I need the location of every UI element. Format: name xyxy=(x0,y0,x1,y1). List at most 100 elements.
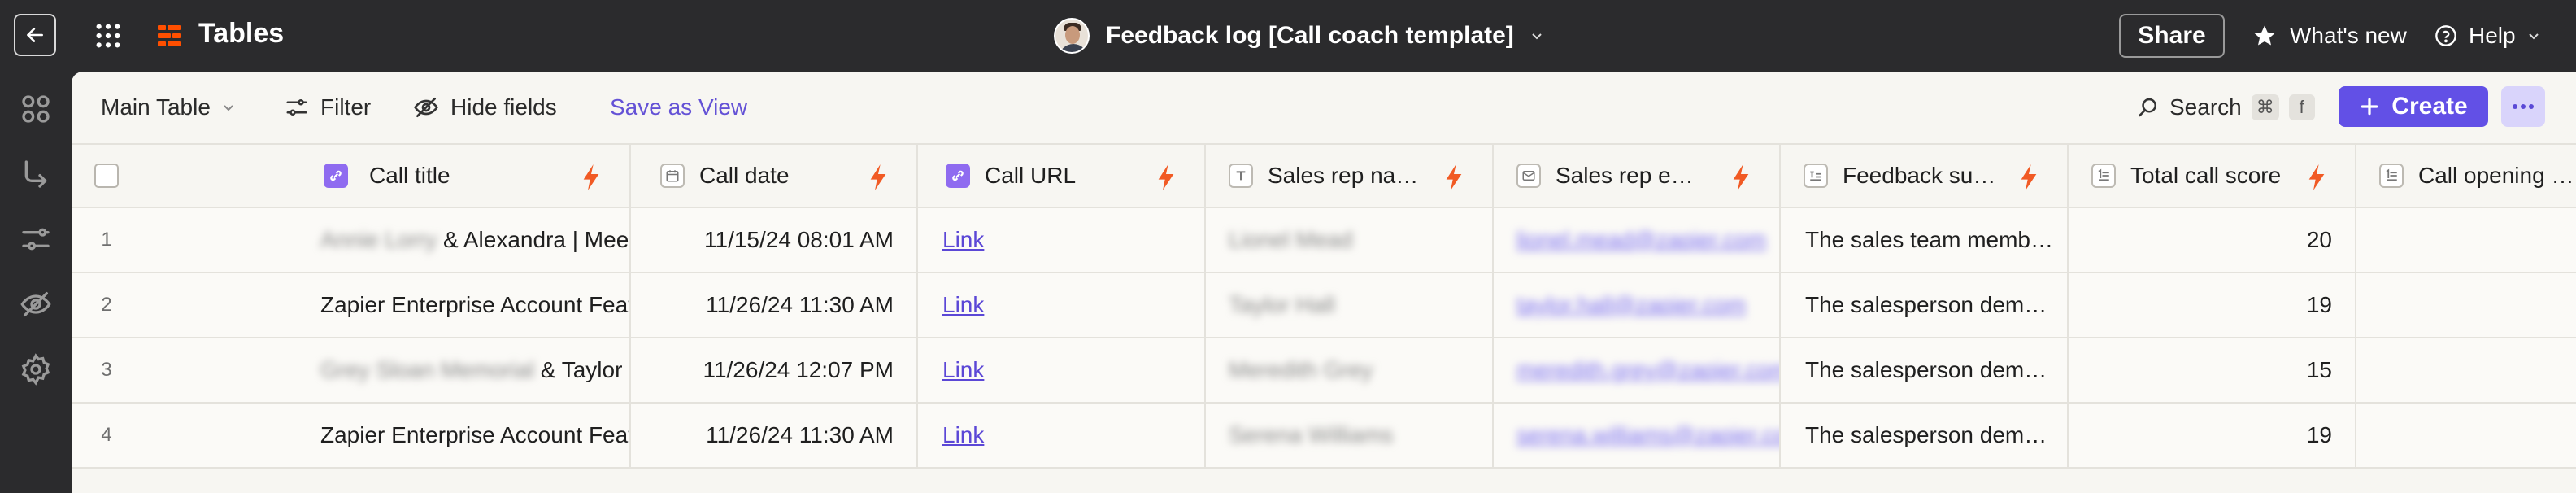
redacted-text: Lionel Mead xyxy=(1229,227,1353,252)
cell-call-opening[interactable] xyxy=(2356,273,2576,337)
call-url-link[interactable]: Link xyxy=(942,357,984,383)
column-header-feedback-summary[interactable]: Feedback su… xyxy=(1781,145,2069,207)
column-header-total-call-score[interactable]: Total call score xyxy=(2069,145,2356,207)
filter-sliders-icon xyxy=(286,99,307,116)
left-rail xyxy=(0,72,72,493)
column-header-call-opening[interactable]: Call opening … xyxy=(2356,145,2576,207)
app-title[interactable]: Tables xyxy=(198,18,284,50)
redacted-text: Meredith Grey xyxy=(1229,357,1373,382)
bolt-icon xyxy=(2308,164,2325,190)
save-as-view-button[interactable]: Save as View xyxy=(610,89,747,125)
bolt-icon xyxy=(2021,164,2037,190)
column-header-call-title[interactable]: Call title xyxy=(141,145,631,207)
column-header-call-date[interactable]: Call date xyxy=(631,145,918,207)
column-header-call-url[interactable]: Call URL xyxy=(918,145,1206,207)
cell-feedback-summary[interactable]: The salesperson dem… xyxy=(1781,273,2069,337)
filter-button[interactable]: Filter xyxy=(285,89,371,125)
cell-call-url[interactable]: Link xyxy=(918,208,1206,272)
column-header-sales-rep-name[interactable]: Sales rep na… xyxy=(1206,145,1494,207)
back-button[interactable] xyxy=(14,14,56,56)
call-url-link[interactable]: Link xyxy=(942,422,984,448)
call-url-link[interactable]: Link xyxy=(942,227,984,253)
table-row[interactable]: 4 Zapier Enterprise Account Featur… 11/2… xyxy=(72,404,2576,469)
row-number: 1 xyxy=(101,229,112,251)
cell-call-url[interactable]: Link xyxy=(918,404,1206,467)
view-selector[interactable]: Main Table xyxy=(101,89,235,125)
more-options-button[interactable] xyxy=(2501,86,2545,127)
search-button[interactable]: Search ⌘ f xyxy=(2137,89,2315,125)
redacted-email-link[interactable]: taylor.hall@zapier.com xyxy=(1516,292,1746,318)
title-text: & Taylor | M… xyxy=(540,357,629,382)
cell-call-title[interactable]: Zapier Enterprise Account Featur… xyxy=(141,273,631,337)
data-table: Call title Call date Call URL Sales rep … xyxy=(72,143,2576,469)
cell-call-opening[interactable] xyxy=(2356,338,2576,402)
search-label: Search xyxy=(2169,94,2242,120)
cell-sales-rep-email[interactable]: serena.williams@zapier.com xyxy=(1494,404,1781,467)
hide-fields-label: Hide fields xyxy=(450,94,557,120)
cell-feedback-summary[interactable]: The salesperson dem… xyxy=(1781,404,2069,467)
filter-label: Filter xyxy=(320,94,372,120)
cell-sales-rep-name[interactable]: Taylor Hall xyxy=(1206,273,1494,337)
cell-call-date[interactable]: 11/26/24 11:30 AM xyxy=(631,273,918,337)
create-button[interactable]: Create xyxy=(2339,86,2488,127)
kbd-cmd: ⌘ xyxy=(2251,94,2279,120)
plus-icon xyxy=(2361,98,2378,116)
select-all-checkbox[interactable] xyxy=(94,164,119,188)
cell-sales-rep-email[interactable]: lionel.mead@zapier.com xyxy=(1494,208,1781,272)
cell-total-call-score[interactable]: 15 xyxy=(2069,338,2356,402)
cell-call-opening[interactable] xyxy=(2356,208,2576,272)
column-label: Feedback su… xyxy=(1843,163,1996,188)
settings-gear-icon[interactable] xyxy=(20,353,52,386)
number-icon xyxy=(2091,164,2116,188)
row-number: 4 xyxy=(101,424,112,446)
table-row[interactable]: 2 Zapier Enterprise Account Featur… 11/2… xyxy=(72,273,2576,338)
view-label: Main Table xyxy=(101,94,211,120)
cell-call-url[interactable]: Link xyxy=(918,273,1206,337)
cell-feedback-summary[interactable]: The sales team memb… xyxy=(1781,208,2069,272)
cell-call-title[interactable]: Annie Lorry & Alexandra | Meeting xyxy=(141,208,631,272)
cell-total-call-score[interactable]: 19 xyxy=(2069,273,2356,337)
document-title-menu[interactable]: Feedback log [Call coach template] xyxy=(1054,18,1543,54)
cell-total-call-score[interactable]: 19 xyxy=(2069,404,2356,467)
table-row[interactable]: 1 Annie Lorry & Alexandra | Meeting 11/1… xyxy=(72,208,2576,273)
title-text: Zapier Enterprise Account Featur… xyxy=(320,292,629,317)
link-record-icon xyxy=(324,164,348,188)
row-number: 3 xyxy=(101,359,112,381)
cell-call-url[interactable]: Link xyxy=(918,338,1206,402)
document-title: Feedback log [Call coach template] xyxy=(1106,22,1514,49)
cell-call-title[interactable]: Grey Sloan Memorial & Taylor | M… xyxy=(141,338,631,402)
top-bar: Tables Feedback log [Call coach template… xyxy=(0,0,2576,72)
cell-call-date[interactable]: 11/26/24 11:30 AM xyxy=(631,404,918,467)
share-button[interactable]: Share xyxy=(2119,14,2225,58)
apps-grid-icon[interactable] xyxy=(94,22,122,50)
automation-arrow-icon[interactable] xyxy=(20,158,52,190)
column-header-sales-rep-email[interactable]: Sales rep e… xyxy=(1494,145,1781,207)
eye-off-icon[interactable] xyxy=(20,288,52,321)
column-label: Call date xyxy=(699,163,790,188)
cell-sales-rep-name[interactable]: Lionel Mead xyxy=(1206,208,1494,272)
whats-new-button[interactable]: What's new xyxy=(2252,18,2407,54)
cell-sales-rep-name[interactable]: Meredith Grey xyxy=(1206,338,1494,402)
hide-fields-button[interactable]: Hide fields xyxy=(413,89,557,125)
cell-call-date[interactable]: 11/15/24 08:01 AM xyxy=(631,208,918,272)
title-text: & Alexandra | Meeting xyxy=(442,227,629,252)
table-row[interactable]: 3 Grey Sloan Memorial & Taylor | M… 11/2… xyxy=(72,338,2576,404)
cell-total-call-score[interactable]: 20 xyxy=(2069,208,2356,272)
help-menu[interactable]: Help xyxy=(2435,18,2540,54)
redacted-email-link[interactable]: meredith.grey@zapier.com xyxy=(1516,357,1779,383)
cell-call-title[interactable]: Zapier Enterprise Account Featur… xyxy=(141,404,631,467)
cell-call-date[interactable]: 11/26/24 12:07 PM xyxy=(631,338,918,402)
cell-feedback-summary[interactable]: The salesperson dem… xyxy=(1781,338,2069,402)
sliders-icon[interactable] xyxy=(20,223,52,255)
call-url-link[interactable]: Link xyxy=(942,292,984,318)
apps-icon[interactable] xyxy=(20,93,52,125)
tables-logo-icon xyxy=(158,25,181,46)
cell-sales-rep-name[interactable]: Serena Williams xyxy=(1206,404,1494,467)
column-label: Call opening … xyxy=(2418,163,2574,188)
cell-call-opening[interactable] xyxy=(2356,404,2576,467)
cell-sales-rep-email[interactable]: meredith.grey@zapier.com xyxy=(1494,338,1781,402)
cell-sales-rep-email[interactable]: taylor.hall@zapier.com xyxy=(1494,273,1781,337)
column-label: Total call score xyxy=(2130,163,2282,188)
redacted-email-link[interactable]: serena.williams@zapier.com xyxy=(1516,422,1779,448)
redacted-email-link[interactable]: lionel.mead@zapier.com xyxy=(1516,227,1766,253)
